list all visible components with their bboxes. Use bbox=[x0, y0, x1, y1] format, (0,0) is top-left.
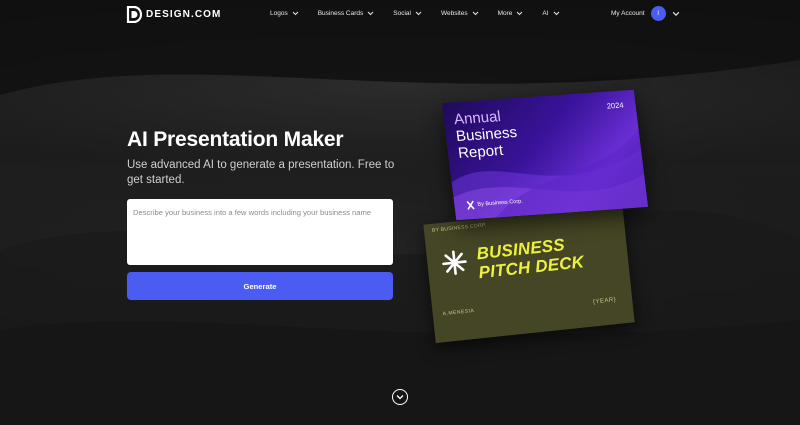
page-subtitle: Use advanced AI to generate a presentati… bbox=[127, 159, 395, 186]
chevron-down-icon bbox=[472, 11, 478, 16]
report-company-name: By Business Corp. bbox=[477, 198, 524, 208]
report-year: 2024 bbox=[606, 100, 625, 111]
asterisk-star-icon bbox=[442, 250, 467, 275]
top-nav: DESIGN.COM Logos Business Cards Social W… bbox=[0, 0, 800, 30]
company-logo-icon bbox=[466, 200, 475, 210]
annual-report-preview-card: Annual Business Report 2024 By Business … bbox=[441, 89, 649, 221]
chevron-down-icon[interactable] bbox=[672, 11, 680, 17]
account-label: My Account bbox=[611, 10, 645, 17]
pitch-deck-year: {YEAR} bbox=[592, 297, 617, 306]
report-title-line3: Report bbox=[457, 141, 505, 162]
chevron-down-icon bbox=[415, 11, 422, 16]
page-title: AI Presentation Maker bbox=[127, 128, 344, 151]
brand-logo-icon bbox=[126, 6, 142, 23]
menu-item-more[interactable]: More bbox=[498, 10, 524, 17]
pitch-deck-title: BUSINESS PITCH DECK bbox=[476, 233, 585, 282]
menu-item-label: Logos bbox=[270, 10, 288, 17]
pitch-deck-presenter: A.MENESIA bbox=[442, 307, 475, 318]
menu-item-websites[interactable]: Websites bbox=[441, 10, 479, 17]
brand-name: DESIGN.COM bbox=[146, 9, 222, 20]
chevron-down-icon bbox=[367, 11, 374, 16]
account-menu[interactable]: My Account I bbox=[611, 6, 680, 21]
generate-button[interactable]: Generate bbox=[127, 272, 393, 300]
menu-item-label: Business Cards bbox=[317, 10, 364, 17]
hero-background bbox=[0, 0, 800, 425]
pitch-deck-preview-card: BY BUSINESS CORP. BUSINESS PITCH DECK A.… bbox=[423, 203, 635, 344]
menu-item-business-cards[interactable]: Business Cards bbox=[318, 10, 375, 17]
chevron-down-icon bbox=[292, 11, 299, 16]
menu-item-label: More bbox=[497, 10, 513, 17]
menu-item-label: Social bbox=[393, 10, 411, 17]
scroll-down-button[interactable] bbox=[392, 389, 408, 405]
avatar[interactable]: I bbox=[650, 6, 666, 21]
pitch-deck-company: BY BUSINESS CORP. bbox=[431, 222, 487, 234]
main-menu: Logos Business Cards Social Websites Mor… bbox=[270, 10, 579, 17]
brand-logo[interactable]: DESIGN.COM bbox=[126, 6, 221, 23]
chevron-down-icon bbox=[517, 11, 523, 16]
menu-item-ai[interactable]: AI bbox=[542, 10, 559, 17]
menu-item-label: Websites bbox=[440, 10, 468, 17]
menu-item-logos[interactable]: Logos bbox=[270, 10, 299, 17]
business-description-input[interactable] bbox=[127, 199, 393, 265]
chevron-down-icon bbox=[553, 11, 559, 16]
chevron-down-icon bbox=[396, 395, 404, 400]
menu-item-social[interactable]: Social bbox=[393, 10, 422, 17]
menu-item-label: AI bbox=[542, 10, 549, 17]
